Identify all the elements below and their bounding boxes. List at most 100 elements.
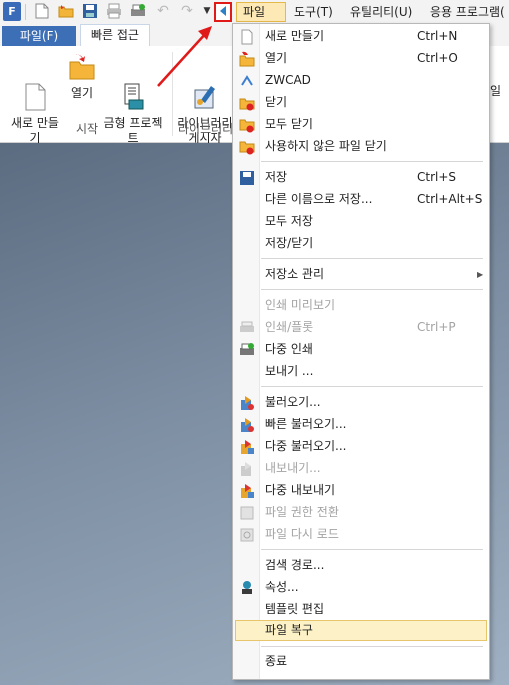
print-icon bbox=[239, 320, 255, 336]
library-publisher-icon bbox=[191, 67, 219, 109]
menu-item-batch-import[interactable]: 다중 불러오기... bbox=[235, 436, 487, 457]
menu-item-send[interactable]: 보내기 ... bbox=[235, 361, 487, 382]
menu-item-label: 파일 다시 로드 bbox=[265, 527, 339, 541]
reload-file-icon bbox=[239, 527, 255, 543]
menu-item-print[interactable]: 인쇄/플롯 Ctrl+P bbox=[235, 317, 487, 338]
menu-item-label: 내보내기... bbox=[265, 461, 321, 475]
menu-item-save-close[interactable]: 저장/닫기 bbox=[235, 233, 487, 254]
menu-item-label: 속성... bbox=[265, 580, 299, 594]
menu-item-label: 저장/닫기 bbox=[265, 236, 314, 250]
menu-item-import[interactable]: 불러오기... bbox=[235, 392, 487, 413]
properties-icon bbox=[239, 580, 255, 596]
menu-item-label: 다중 인쇄 bbox=[265, 342, 313, 356]
ribbon-new-label: 새로 만들 기 bbox=[11, 116, 59, 145]
ribbon-open-button[interactable]: 열기 bbox=[64, 52, 100, 101]
menu-file[interactable]: 파일(F) bbox=[236, 2, 286, 37]
close-unused-icon bbox=[239, 139, 255, 155]
menu-item-label: 저장 bbox=[265, 170, 288, 184]
menu-item-multi-print[interactable]: 다중 인쇄 bbox=[235, 339, 487, 360]
menu-item-label: 닫기 bbox=[265, 95, 288, 109]
open-folder-icon bbox=[68, 52, 96, 82]
menu-item-batch-export[interactable]: 다중 내보내기 bbox=[235, 480, 487, 501]
collapse-menu-button[interactable] bbox=[214, 2, 232, 22]
open-folder-icon[interactable] bbox=[58, 3, 74, 19]
file-permission-icon bbox=[239, 505, 255, 521]
menu-item-label: 보내기 ... bbox=[265, 364, 314, 378]
menu-item-label: 파일 복구 bbox=[265, 623, 313, 637]
menu-item-zwcad[interactable]: ZWCAD bbox=[235, 70, 487, 91]
menu-item-print-preview[interactable]: 인쇄 미리보기 bbox=[235, 295, 487, 316]
menu-item-label: 다중 불러오기... bbox=[265, 439, 347, 453]
menu-item-new[interactable]: 새로 만들기 Ctrl+N bbox=[235, 26, 487, 47]
menu-item-exit[interactable]: 종료 bbox=[235, 651, 487, 672]
menu-separator bbox=[261, 258, 483, 259]
menu-item-file-permission[interactable]: 파일 권한 전환 bbox=[235, 502, 487, 523]
menu-item-open[interactable]: 열기 Ctrl+O bbox=[235, 48, 487, 69]
menu-item-close-unused[interactable]: 사용하지 않은 파일 닫기 bbox=[235, 136, 487, 157]
customize-dropdown-icon[interactable]: ▼ bbox=[199, 3, 215, 19]
menu-item-shortcut: Ctrl+O bbox=[417, 51, 458, 65]
menu-item-save[interactable]: 저장 Ctrl+S bbox=[235, 167, 487, 188]
ribbon-partial-button[interactable]: 일 bbox=[490, 84, 509, 99]
open-folder-icon bbox=[239, 51, 255, 67]
menu-separator bbox=[261, 386, 483, 387]
ribbon-mold-project-button[interactable]: 금형 프로젝 트 bbox=[100, 52, 166, 146]
menu-item-label: 종료 bbox=[265, 654, 288, 668]
menu-item-reload-file[interactable]: 파일 다시 로드 bbox=[235, 524, 487, 545]
menu-item-save-as[interactable]: 다른 이름으로 저장... Ctrl+Alt+S bbox=[235, 189, 487, 210]
app-logo-icon[interactable]: F bbox=[3, 2, 21, 21]
menu-item-repository[interactable]: 저장소 관리 ▶ bbox=[235, 264, 487, 285]
ribbon-new-button[interactable]: 새로 만들 기 bbox=[6, 52, 64, 146]
redo-icon[interactable]: ↷ bbox=[179, 3, 195, 19]
undo-icon[interactable]: ↶ bbox=[155, 3, 171, 19]
menu-item-label: 다른 이름으로 저장... bbox=[265, 192, 373, 206]
menu-item-properties[interactable]: 속성... bbox=[235, 577, 487, 598]
group-label-library: 라이브러리 bbox=[178, 122, 234, 136]
print-icon[interactable] bbox=[106, 3, 122, 19]
menu-item-label: 불러오기... bbox=[265, 395, 321, 409]
save-icon bbox=[239, 170, 255, 186]
menu-item-label: 모두 닫기 bbox=[265, 117, 313, 131]
quick-access-toolbar: F ↶ ↷ ▼ 파일(F) 도구(T) 유틸리티(U) 응용 프로그램( bbox=[0, 0, 509, 37]
zwcad-icon bbox=[239, 73, 255, 89]
new-file-icon bbox=[21, 67, 49, 111]
menu-item-label: 다중 내보내기 bbox=[265, 483, 336, 497]
multi-print-icon[interactable] bbox=[130, 3, 146, 19]
close-all-icon bbox=[239, 117, 255, 133]
menu-item-export[interactable]: 내보내기... bbox=[235, 458, 487, 479]
menu-item-label: 검색 경로... bbox=[265, 558, 325, 572]
new-file-icon[interactable] bbox=[34, 3, 50, 19]
import-icon bbox=[239, 395, 255, 411]
menu-item-label: 인쇄/플롯 bbox=[265, 320, 314, 334]
menu-item-quick-import[interactable]: 빠른 불러오기... bbox=[235, 414, 487, 435]
menu-item-label: 템플릿 편집 bbox=[265, 602, 325, 616]
tab-file[interactable]: 파일(F) bbox=[2, 26, 76, 46]
multi-print-icon bbox=[239, 342, 255, 358]
batch-import-icon bbox=[239, 439, 255, 455]
ribbon-mold-project-label: 금형 프로젝 트 bbox=[103, 116, 163, 145]
menu-utility[interactable]: 유틸리티(U) bbox=[344, 2, 418, 22]
menu-item-shortcut: Ctrl+S bbox=[417, 170, 457, 184]
quick-import-icon bbox=[239, 417, 255, 433]
menu-item-label: 열기 bbox=[265, 51, 288, 65]
menu-item-label: 인쇄 미리보기 bbox=[265, 298, 336, 312]
menu-item-close[interactable]: 닫기 bbox=[235, 92, 487, 113]
close-file-icon bbox=[239, 95, 255, 111]
menu-item-file-recovery[interactable]: 파일 복구 bbox=[235, 620, 487, 641]
new-file-icon bbox=[239, 29, 255, 45]
menu-item-label: ZWCAD bbox=[265, 73, 311, 87]
menu-item-label: 모두 저장 bbox=[265, 214, 313, 228]
menu-applications[interactable]: 응용 프로그램( bbox=[424, 2, 509, 22]
mold-project-icon bbox=[119, 67, 147, 110]
menu-item-close-all[interactable]: 모두 닫기 bbox=[235, 114, 487, 135]
menu-item-save-all[interactable]: 모두 저장 bbox=[235, 211, 487, 232]
tab-quick-access[interactable]: 빠른 접근 bbox=[80, 24, 150, 46]
menu-separator bbox=[261, 646, 483, 647]
menu-item-label: 빠른 불러오기... bbox=[265, 417, 347, 431]
menu-item-edit-template[interactable]: 템플릿 편집 bbox=[235, 599, 487, 620]
menu-tools[interactable]: 도구(T) bbox=[288, 2, 339, 22]
qat-separator bbox=[25, 4, 26, 20]
menu-item-search-path[interactable]: 검색 경로... bbox=[235, 555, 487, 576]
export-icon bbox=[239, 461, 255, 477]
save-icon[interactable] bbox=[82, 3, 98, 19]
